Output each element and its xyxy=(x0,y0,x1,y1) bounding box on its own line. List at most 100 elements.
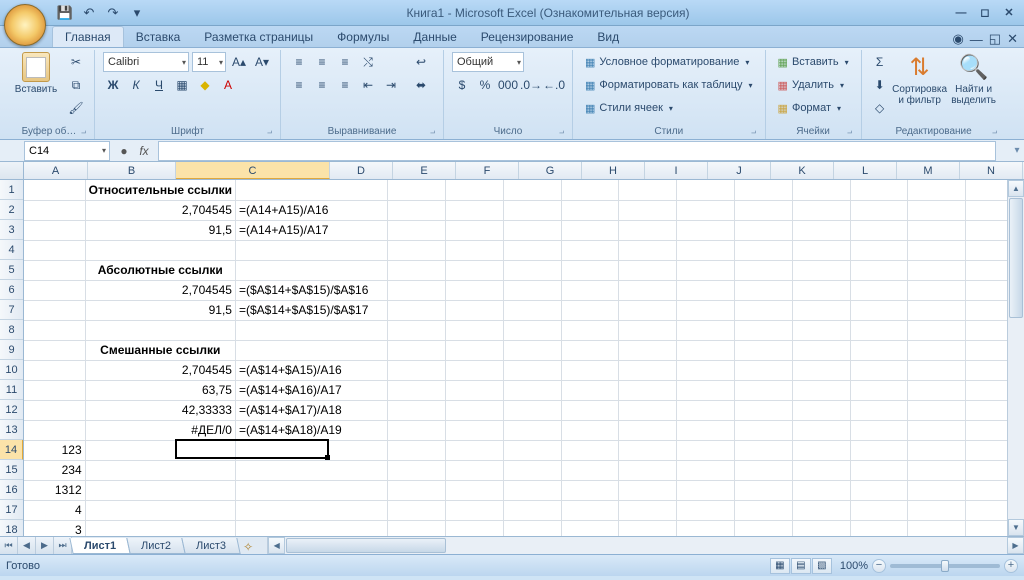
cell-E10[interactable] xyxy=(446,360,504,380)
view-normal-button[interactable]: ▦ xyxy=(770,558,790,574)
cell-M7[interactable] xyxy=(908,300,966,320)
tab-insert[interactable]: Вставка xyxy=(124,27,193,47)
formula-input[interactable] xyxy=(158,141,996,161)
cell-H15[interactable] xyxy=(619,460,677,480)
sheet-nav-first[interactable]: ⏮ xyxy=(0,537,18,554)
sheet-tab-2[interactable]: Лист2 xyxy=(126,538,185,554)
cell-H3[interactable] xyxy=(619,220,677,240)
cell-E2[interactable] xyxy=(446,200,504,220)
percent-button[interactable]: % xyxy=(475,75,495,95)
row-header-6[interactable]: 6 xyxy=(0,280,23,300)
cell-D1[interactable] xyxy=(388,180,446,200)
cell-D10[interactable] xyxy=(388,360,446,380)
cell-M17[interactable] xyxy=(908,500,966,520)
cell-C9[interactable] xyxy=(235,340,387,360)
doc-minimize-button[interactable]: — xyxy=(970,32,983,47)
align-top-button[interactable]: ≡ xyxy=(289,52,309,72)
cell-K18[interactable] xyxy=(792,520,850,536)
indent-dec-button[interactable]: ⇤ xyxy=(358,75,378,95)
clear-button[interactable]: ◇ xyxy=(870,98,890,118)
cell-L18[interactable] xyxy=(850,520,908,536)
cell-D17[interactable] xyxy=(388,500,446,520)
cell-F15[interactable] xyxy=(503,460,561,480)
column-header-M[interactable]: M xyxy=(897,162,960,179)
cell-K5[interactable] xyxy=(792,260,850,280)
number-format-combo[interactable]: Общий xyxy=(452,52,524,72)
cell-D18[interactable] xyxy=(388,520,446,536)
cell-M18[interactable] xyxy=(908,520,966,536)
format-painter-button[interactable]: 🖌 xyxy=(66,98,86,118)
cell-K3[interactable] xyxy=(792,220,850,240)
cell-G4[interactable] xyxy=(561,240,619,260)
tab-page-layout[interactable]: Разметка страницы xyxy=(192,27,325,47)
cell-A4[interactable] xyxy=(24,240,85,260)
cell-B4[interactable] xyxy=(85,240,235,260)
cell-G3[interactable] xyxy=(561,220,619,240)
font-family-combo[interactable]: Calibri xyxy=(103,52,189,72)
cell-K1[interactable] xyxy=(792,180,850,200)
cell-J9[interactable] xyxy=(735,340,793,360)
cell-B14[interactable] xyxy=(85,440,235,460)
autosum-button[interactable]: Σ xyxy=(870,52,890,72)
row-header-11[interactable]: 11 xyxy=(0,380,23,400)
cell-F9[interactable] xyxy=(503,340,561,360)
row-header-12[interactable]: 12 xyxy=(0,400,23,420)
cell-M15[interactable] xyxy=(908,460,966,480)
cell-E9[interactable] xyxy=(446,340,504,360)
cell-C6[interactable]: =($A$14+$A$15)/$A$16 xyxy=(235,280,387,300)
cell-H14[interactable] xyxy=(619,440,677,460)
cell-C13[interactable]: =(A$14+$A18)/A19 xyxy=(235,420,387,440)
row-header-16[interactable]: 16 xyxy=(0,480,23,500)
cell-J3[interactable] xyxy=(735,220,793,240)
border-button[interactable]: ▦ xyxy=(172,75,192,95)
cell-E4[interactable] xyxy=(446,240,504,260)
sheet-tab-1[interactable]: Лист1 xyxy=(69,538,131,554)
insert-function-button[interactable]: fx xyxy=(134,141,154,161)
cell-I13[interactable] xyxy=(677,420,735,440)
cell-K8[interactable] xyxy=(792,320,850,340)
cell-D15[interactable] xyxy=(388,460,446,480)
cell-D9[interactable] xyxy=(388,340,446,360)
column-header-F[interactable]: F xyxy=(456,162,519,179)
italic-button[interactable]: К xyxy=(126,75,146,95)
cell-F11[interactable] xyxy=(503,380,561,400)
qat-undo[interactable]: ↶ xyxy=(80,4,98,22)
cancel-formula-icon[interactable]: ● xyxy=(114,141,134,161)
column-header-L[interactable]: L xyxy=(834,162,897,179)
cell-H4[interactable] xyxy=(619,240,677,260)
format-cells-button[interactable]: ▦Формат xyxy=(774,98,853,118)
cell-M6[interactable] xyxy=(908,280,966,300)
row-header-2[interactable]: 2 xyxy=(0,200,23,220)
cell-C4[interactable] xyxy=(235,240,387,260)
align-bottom-button[interactable]: ≡ xyxy=(335,52,355,72)
cut-button[interactable]: ✂ xyxy=(66,52,86,72)
cell-G16[interactable] xyxy=(561,480,619,500)
indent-inc-button[interactable]: ⇥ xyxy=(381,75,401,95)
row-header-8[interactable]: 8 xyxy=(0,320,23,340)
cell-H5[interactable] xyxy=(619,260,677,280)
find-select-button[interactable]: 🔍 Найти и выделить xyxy=(950,52,998,106)
cell-M1[interactable] xyxy=(908,180,966,200)
cell-K2[interactable] xyxy=(792,200,850,220)
cell-J17[interactable] xyxy=(735,500,793,520)
qat-save[interactable]: 💾 xyxy=(56,4,74,22)
cell-D4[interactable] xyxy=(388,240,446,260)
cell-L14[interactable] xyxy=(850,440,908,460)
office-button[interactable] xyxy=(4,4,46,46)
align-middle-button[interactable]: ≡ xyxy=(312,52,332,72)
cell-L4[interactable] xyxy=(850,240,908,260)
cell-M11[interactable] xyxy=(908,380,966,400)
cell-K13[interactable] xyxy=(792,420,850,440)
cell-K10[interactable] xyxy=(792,360,850,380)
cell-B16[interactable] xyxy=(85,480,235,500)
cell-J12[interactable] xyxy=(735,400,793,420)
cell-G13[interactable] xyxy=(561,420,619,440)
cell-I16[interactable] xyxy=(677,480,735,500)
cell-A9[interactable] xyxy=(24,340,85,360)
help-icon[interactable]: ◉ xyxy=(952,31,963,47)
cell-E5[interactable] xyxy=(446,260,504,280)
cell-H10[interactable] xyxy=(619,360,677,380)
cell-B7[interactable]: 91,5 xyxy=(85,300,235,320)
cell-M4[interactable] xyxy=(908,240,966,260)
cell-G17[interactable] xyxy=(561,500,619,520)
